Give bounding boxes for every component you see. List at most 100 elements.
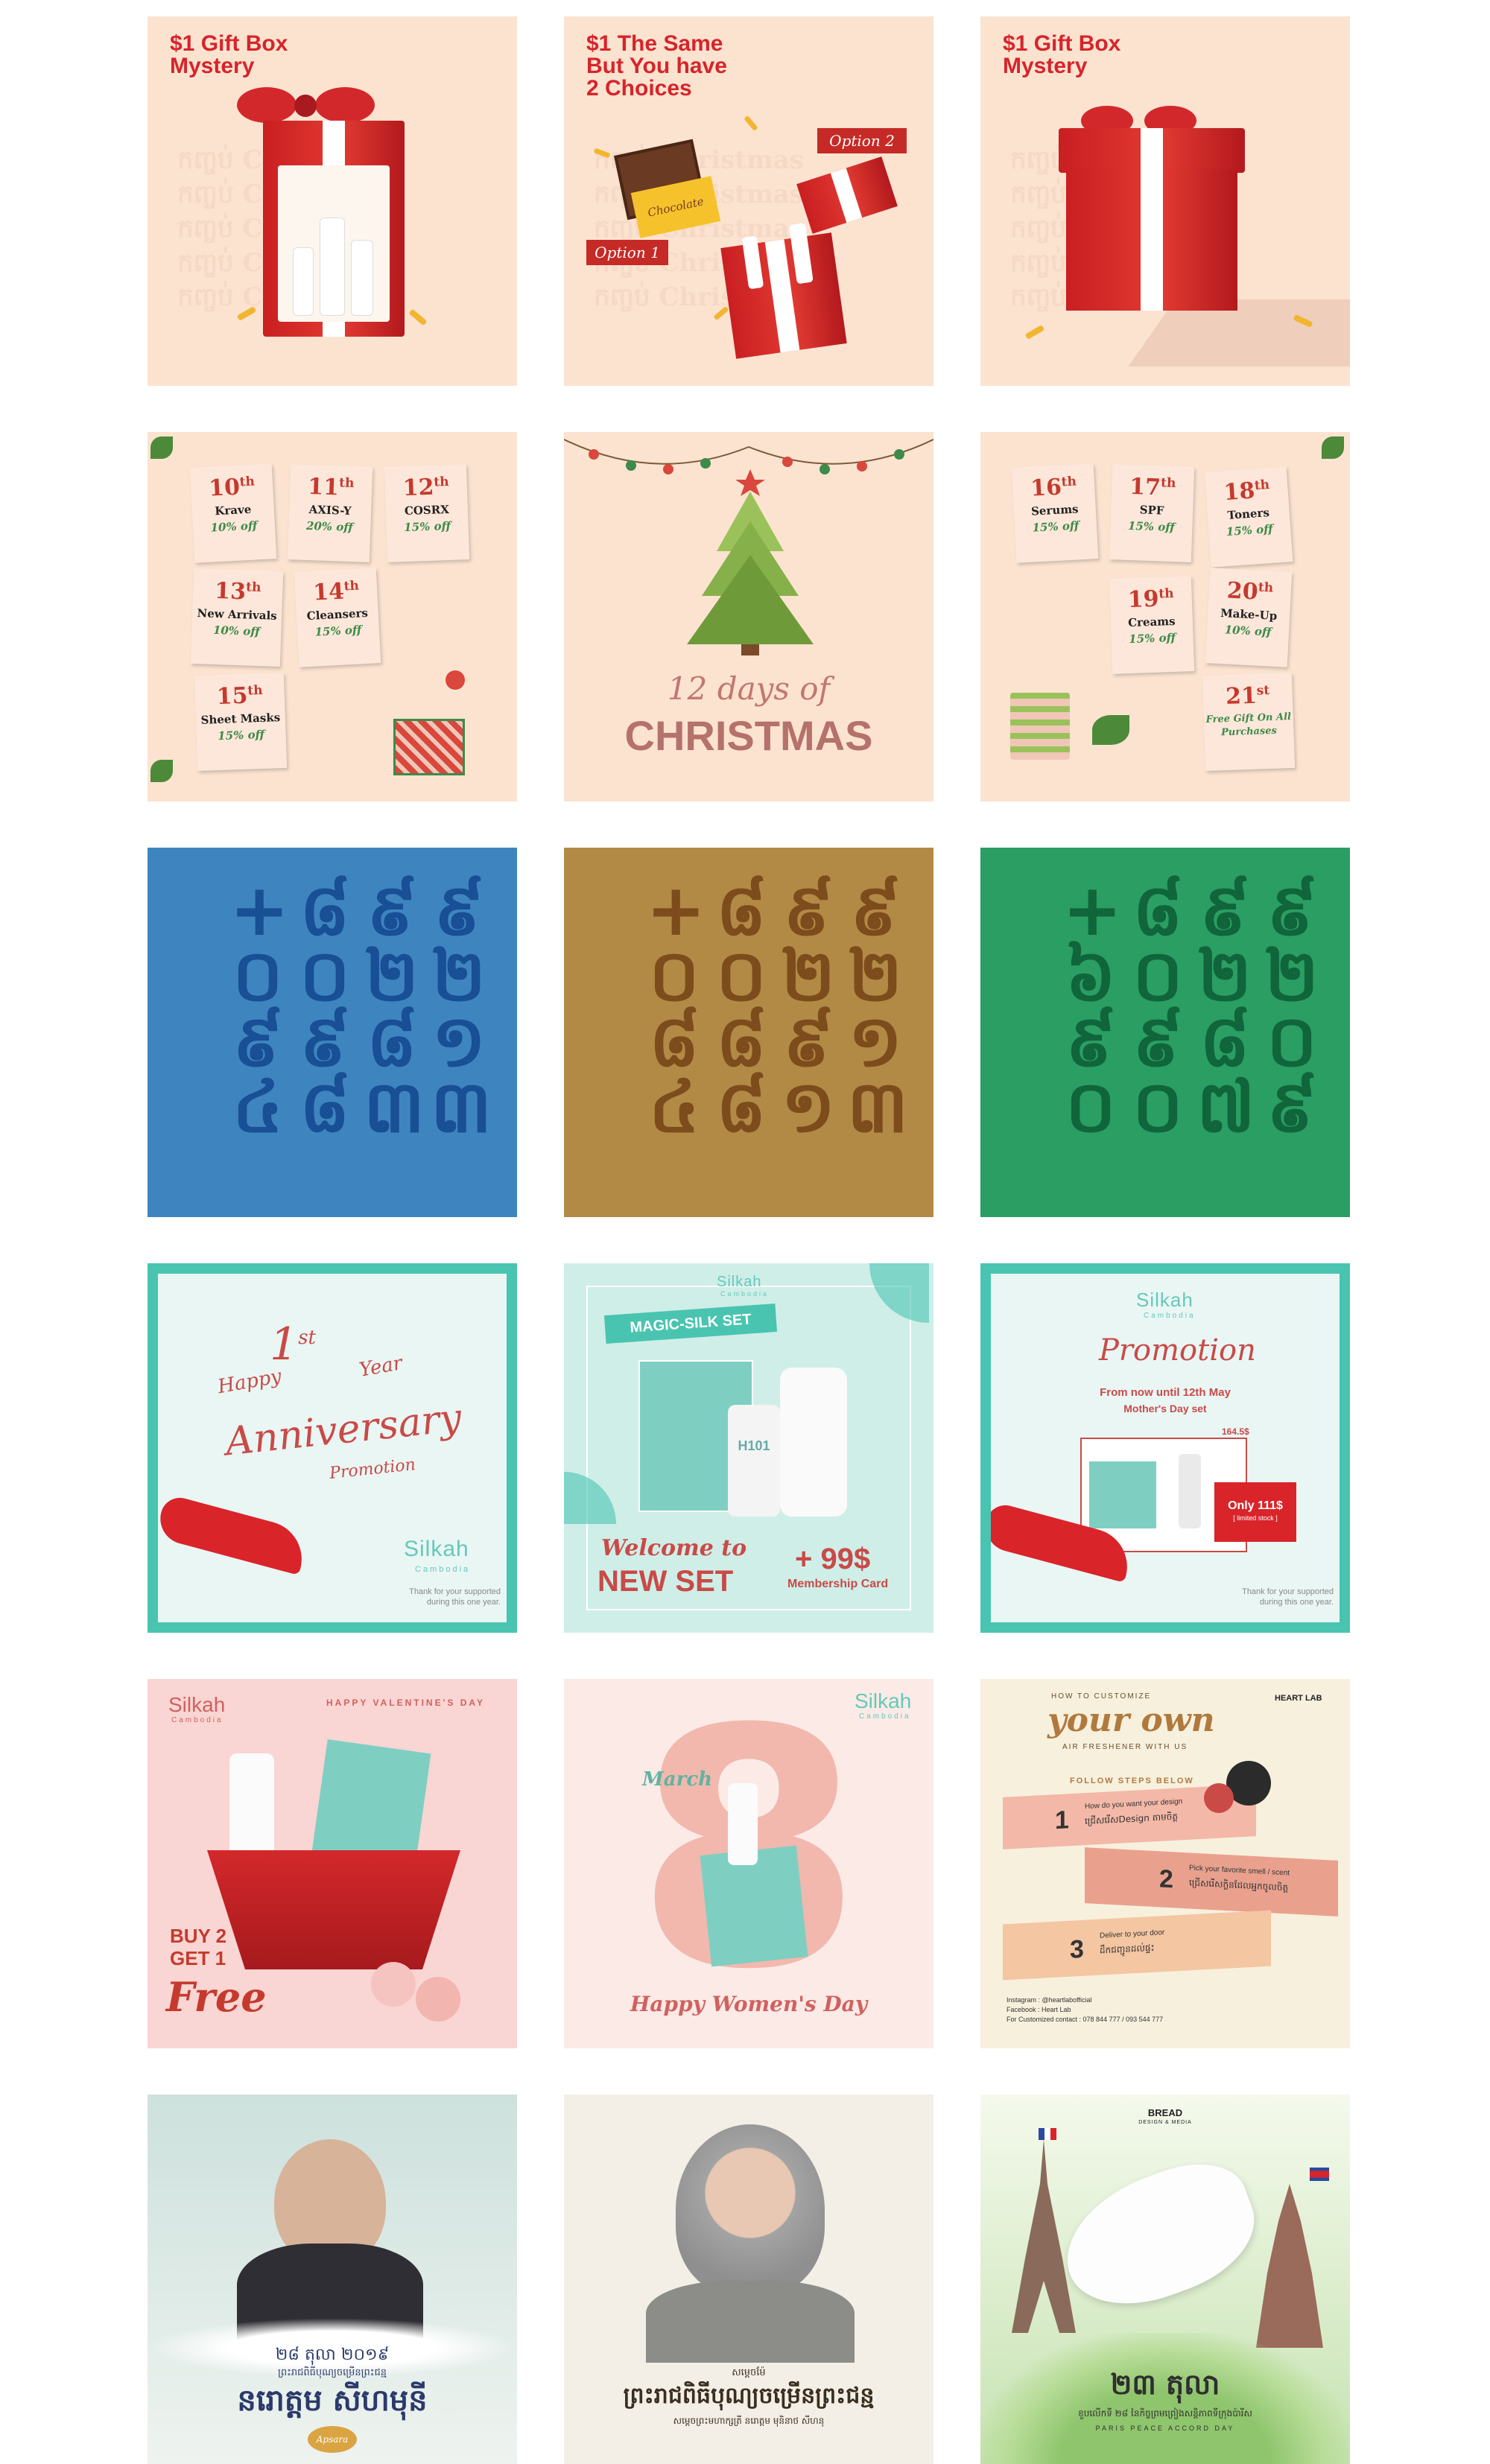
script-12-days: 12 days of bbox=[667, 670, 831, 707]
tile-queen-mother-birthday[interactable]: សម្ដេចម៉ែ ព្រះរាជពិធីបុណ្យចម្រើនព្រះជន្ម… bbox=[564, 2095, 933, 2464]
tile-paris-peace-accord[interactable]: BREAD DESIGN & MEDIA ២៣ តុលា ខួបលើកទី ២៨… bbox=[980, 2095, 1350, 2464]
tile-12-days-left[interactable]: 10th Krave 10% off 11th AXIS-Y 20% off 1… bbox=[148, 432, 517, 801]
sticky-note-14[interactable]: 14th Cleansers 15% off bbox=[294, 568, 381, 667]
ornament-icon bbox=[446, 670, 465, 690]
step3-band: 3 Deliver to your door ដឹកជញ្ជូនដល់ផ្ទះ bbox=[1003, 1910, 1271, 1981]
occasion-text: ព្រះរាជពិធីបុណ្យចម្រើនព្រះជន្ម bbox=[278, 2367, 387, 2378]
date-text: ២៣ តុលា bbox=[1110, 2368, 1220, 2401]
holly-icon bbox=[150, 436, 173, 459]
sticky-note-11[interactable]: 11th AXIS-Y 20% off bbox=[287, 464, 373, 562]
tile-12-days-right[interactable]: 16th Serums 15% off 17th SPF 15% off 18t… bbox=[980, 432, 1350, 801]
promotion-text: Promotion bbox=[1099, 1333, 1256, 1368]
numeral-column: ៩២៨៧ bbox=[1196, 869, 1255, 1149]
numeral-column: ៩២៩១ bbox=[781, 869, 836, 1149]
portrait bbox=[676, 2124, 825, 2296]
confetti-icon bbox=[408, 308, 428, 326]
ribbon-icon bbox=[158, 1493, 311, 1575]
small-title: សម្ដេចម៉ែ bbox=[732, 2367, 766, 2378]
tile-khmer-number-gold[interactable]: +០៨៤ ៨០៨៨ ៩២៩១ ៩២១៣ bbox=[564, 848, 933, 1217]
silkah-logo-sub: Cambodia bbox=[171, 1716, 224, 1724]
sticky-note-12[interactable]: 12th COSRX 15% off bbox=[384, 464, 470, 562]
womens-day-text: Happy Women's Day bbox=[630, 1992, 868, 2016]
product-box-icon bbox=[1089, 1461, 1156, 1528]
promotion-text: Promotion bbox=[329, 1455, 416, 1483]
avatar bbox=[1204, 1783, 1234, 1813]
product-bottle-icon: H101 bbox=[728, 1405, 780, 1517]
product-bottle-icon bbox=[1179, 1454, 1201, 1528]
tile-two-choices[interactable]: កញ្ចប់ Christmas កញ្ចប់ Christmas កញ្ចប់… bbox=[564, 16, 933, 386]
sticky-note-13[interactable]: 13th New Arrivals 10% off bbox=[190, 568, 284, 667]
anniversary-text: Anniversary bbox=[223, 1395, 464, 1465]
present-icon bbox=[393, 719, 465, 775]
tile-magic-silk-set[interactable]: Silkah Cambodia MAGIC-SILK SET H101 Welc… bbox=[564, 1263, 933, 1633]
gift-box-icon bbox=[1066, 169, 1237, 311]
gift-lid-icon bbox=[796, 156, 898, 234]
leaf-icon bbox=[1092, 715, 1129, 745]
numeral-column: ៩២១៣ bbox=[431, 869, 492, 1149]
numeral-column: ៩២១៣ bbox=[847, 869, 909, 1149]
your-own-text: your own bbox=[1047, 1701, 1215, 1739]
instagram-text[interactable]: Instagram : @heartlabofficial bbox=[1006, 1995, 1092, 2004]
silkah-logo-sub: Cambodia bbox=[859, 1712, 911, 1721]
tile-khmer-number-blue[interactable]: +០៩៤ ៨០៩៨ ៩២៨៣ ៩២១៣ bbox=[148, 848, 517, 1217]
product-bottle-icon bbox=[229, 1753, 274, 1865]
sticky-note-15[interactable]: 15th Sheet Masks 15% off bbox=[194, 672, 288, 772]
gift-lid-icon bbox=[1059, 128, 1245, 173]
apsara-logo: Apsara bbox=[308, 2426, 357, 2453]
sticky-note-10[interactable]: 10th Krave 10% off bbox=[189, 463, 277, 563]
gift-title: $1 The Same But You have 2 Choices bbox=[586, 31, 727, 101]
option2-label[interactable]: Option 2 bbox=[817, 128, 907, 153]
sticky-note-18[interactable]: 18th Toners 15% off bbox=[1204, 466, 1293, 568]
numeral-column: +០៨៤ bbox=[646, 869, 706, 1149]
tile-king-birthday[interactable]: ២៨ តុលា ២០១៩ ព្រះរាជពិធីបុណ្យចម្រើនព្រះជ… bbox=[148, 2095, 517, 2464]
sticky-note-16[interactable]: 16th Serums 15% off bbox=[1011, 463, 1099, 563]
name-text: នរោត្តម សីហមុនី bbox=[237, 2384, 428, 2418]
occasion-title: ព្រះរាជពិធីបុណ្យចម្រើនព្រះជន្ម bbox=[623, 2383, 875, 2409]
new-set-text: NEW SET bbox=[597, 1565, 734, 1598]
occasion-text: ខួបលើកទី ២៨ នៃកិច្ចព្រមព្រៀងសន្តិភាពទីក្… bbox=[1078, 2408, 1252, 2419]
holly-icon bbox=[150, 760, 173, 782]
buy-text: BUY 2 bbox=[170, 1925, 227, 1947]
france-flag-icon bbox=[1039, 2128, 1056, 2140]
tile-anniversary[interactable]: Happy 1st Year Anniversary Promotion Sil… bbox=[148, 1263, 517, 1633]
holly-icon bbox=[1322, 436, 1344, 459]
year-number: 1st bbox=[270, 1318, 316, 1371]
price-text: + 99$ bbox=[795, 1543, 871, 1575]
tile-womens-day[interactable]: Silkah Cambodia 8 March Happy Women's Da… bbox=[564, 1679, 933, 2048]
numeral-column: +០៩៤ bbox=[229, 869, 290, 1149]
sticky-note-21[interactable]: 21st Free Gift On All Purchases bbox=[1202, 672, 1296, 772]
air-text: AIR FRESHENER WITH US bbox=[1062, 1743, 1188, 1751]
numeral-column: +៦៩០ bbox=[1062, 869, 1123, 1149]
tile-gift-box-mystery-1[interactable]: កញ្ចប់ Christmas កញ្ចប់ Christmas កញ្ចប់… bbox=[148, 16, 517, 386]
paris-peace-caption: PARIS PEACE ACCORD DAY bbox=[1095, 2425, 1235, 2432]
confetti-icon bbox=[1024, 325, 1045, 340]
silkah-logo-sub: Cambodia bbox=[720, 1290, 770, 1298]
confetti-icon bbox=[744, 115, 758, 132]
old-price: 164.5$ bbox=[1222, 1426, 1249, 1437]
thanks-text: Thank for your supported during this one … bbox=[1242, 1587, 1334, 1607]
silkah-logo-sub: Cambodia bbox=[415, 1565, 471, 1574]
tile-heart-lab-customize[interactable]: HOW TO CUSTOMIZE your own AIR FRESHENER … bbox=[980, 1679, 1350, 2048]
tile-mothers-day-promotion[interactable]: Silkah Cambodia Promotion From now until… bbox=[980, 1263, 1350, 1633]
sticky-note-20[interactable]: 20th Make-Up 10% off bbox=[1205, 568, 1293, 667]
eiffel-tower-icon bbox=[1012, 2139, 1076, 2333]
year-text: Year bbox=[357, 1352, 405, 1382]
tile-gift-box-mystery-2[interactable]: កញ្ចប់ Christmas កញ្ចប់ Christmas កញ្ចប់… bbox=[980, 16, 1350, 386]
facebook-text[interactable]: Facebook : Heart Lab bbox=[1006, 2005, 1071, 2014]
headline-christmas: CHRISTMAS bbox=[624, 712, 873, 759]
dove-icon bbox=[1047, 2147, 1271, 2325]
cambodia-flag-icon bbox=[1310, 2168, 1329, 2181]
welcome-text: Welcome to bbox=[601, 1535, 747, 1561]
sticky-note-17[interactable]: 17th SPF 15% off bbox=[1109, 464, 1195, 562]
tile-khmer-number-green[interactable]: +៦៩០ ៨០៩០ ៩២៨៧ ៩២០៩ bbox=[980, 848, 1350, 1217]
sticky-note-19[interactable]: 19th Creams 15% off bbox=[1109, 576, 1195, 674]
rose-icon bbox=[371, 1962, 416, 2007]
contact-text[interactable]: For Customized contact : 078 844 777 / 0… bbox=[1006, 2015, 1163, 2024]
silkah-logo: Silkah bbox=[1136, 1289, 1193, 1311]
tile-12-days-of-christmas[interactable]: 12 days of CHRISTMAS bbox=[564, 432, 933, 801]
numeral-column: ៩២០៩ bbox=[1264, 869, 1319, 1149]
numeral-column: ៩២៨៣ bbox=[364, 869, 425, 1149]
option1-label[interactable]: Option 1 bbox=[586, 240, 668, 265]
tile-valentines-buy-2-get-1[interactable]: Silkah Cambodia HAPPY VALENTINE'S DAY BU… bbox=[148, 1679, 517, 2048]
how-text: HOW TO CUSTOMIZE bbox=[1051, 1692, 1152, 1701]
